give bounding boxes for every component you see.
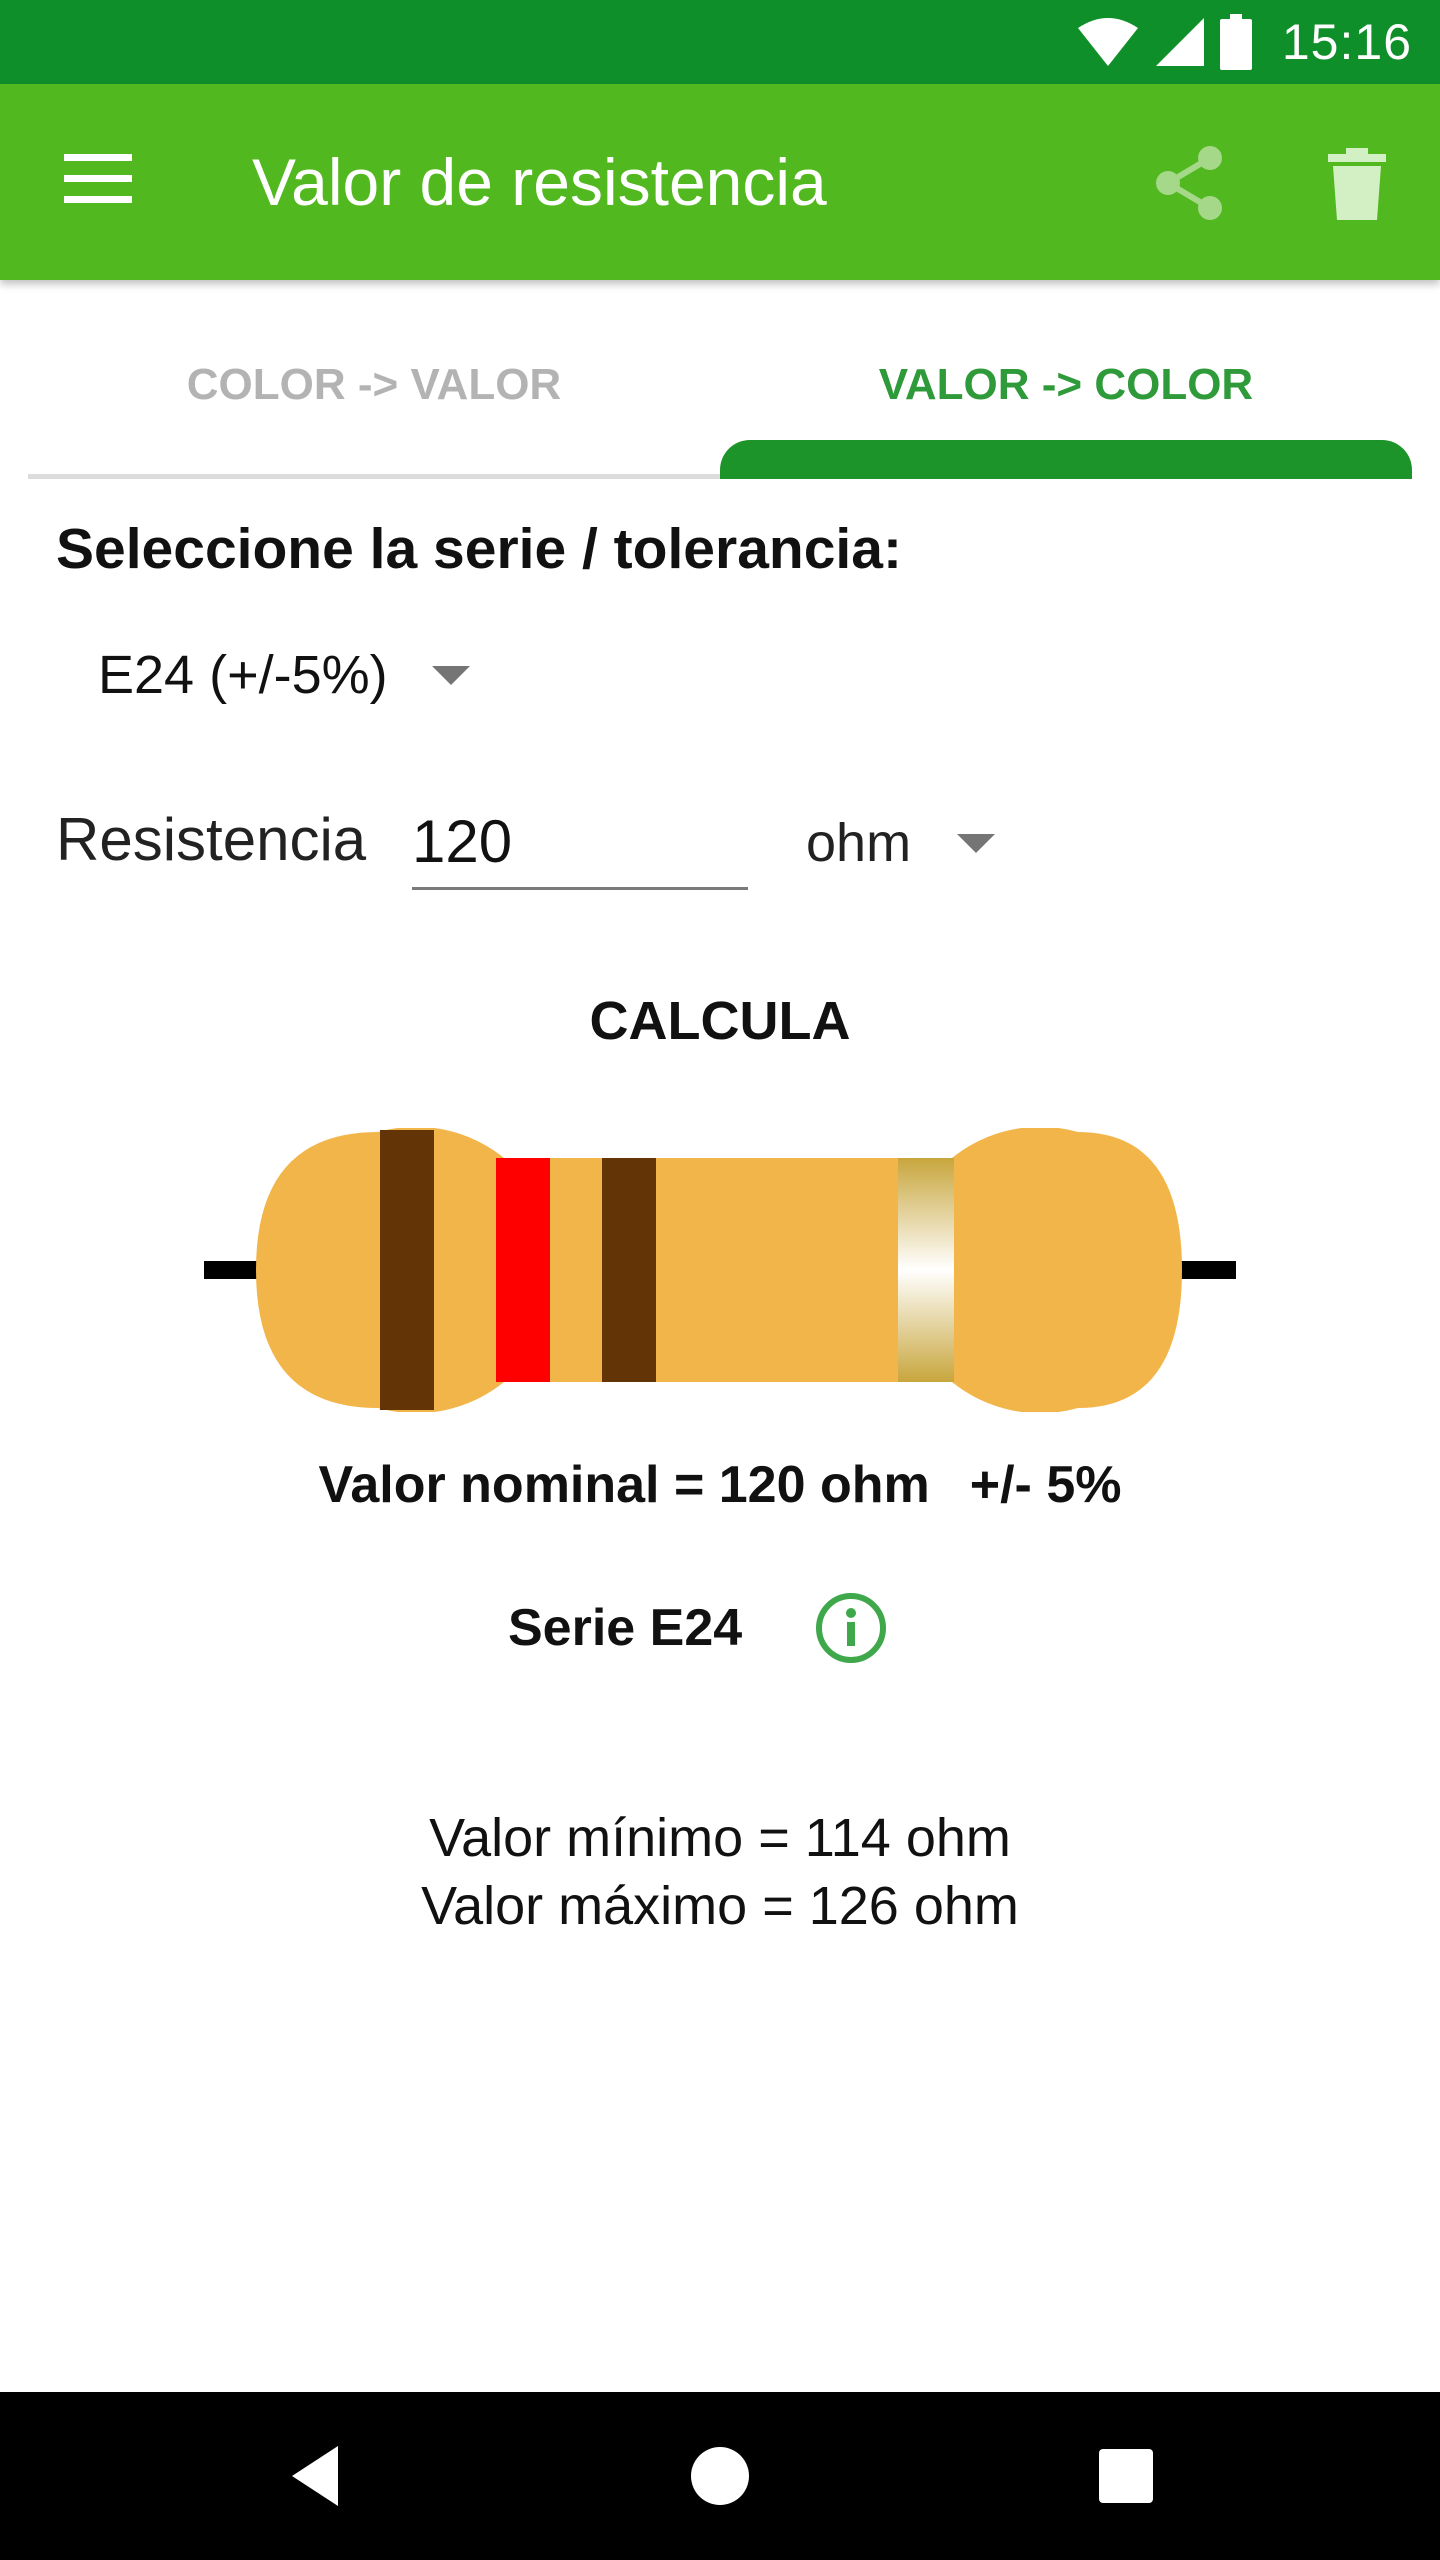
back-triangle-icon[interactable] bbox=[278, 2436, 358, 2516]
tab-indicator bbox=[720, 440, 1412, 479]
resistor-band-1 bbox=[380, 1130, 434, 1410]
resistor-lead-right bbox=[1176, 1261, 1236, 1279]
app-bar: Valor de resistencia bbox=[0, 84, 1440, 280]
tab-value-to-color[interactable]: VALOR -> COLOR bbox=[720, 360, 1412, 410]
resistor-illustration bbox=[204, 1128, 1236, 1412]
resistor-band-3 bbox=[602, 1158, 656, 1382]
dropdown-arrow-icon bbox=[957, 833, 996, 853]
resistor-band-2 bbox=[496, 1158, 550, 1382]
tab-color-to-value[interactable]: COLOR -> VALOR bbox=[28, 360, 720, 410]
unit-dropdown[interactable]: ohm bbox=[806, 808, 996, 878]
calculate-button[interactable]: CALCULA bbox=[520, 990, 920, 1052]
nominal-value: Valor nominal = 120 ohm +/- 5% bbox=[0, 1455, 1440, 1515]
series-dropdown[interactable]: E24 (+/-5%) bbox=[98, 640, 470, 710]
resistance-input[interactable] bbox=[412, 795, 748, 890]
series-dropdown-value: E24 (+/-5%) bbox=[98, 645, 388, 705]
trash-icon[interactable] bbox=[1328, 148, 1386, 220]
dropdown-arrow-icon bbox=[431, 665, 470, 685]
status-icons: 15:16 bbox=[1076, 12, 1412, 72]
min-value: Valor mínimo = 114 ohm bbox=[429, 1808, 1011, 1868]
tab-bar: COLOR -> VALOR VALOR -> COLOR bbox=[28, 300, 1412, 479]
app-title: Valor de resistencia bbox=[252, 145, 827, 219]
status-time: 15:16 bbox=[1281, 14, 1412, 70]
navigation-bar bbox=[0, 2392, 1440, 2560]
resistor-band-4 bbox=[898, 1158, 954, 1382]
battery-icon bbox=[1219, 14, 1252, 70]
wifi-icon bbox=[1077, 18, 1138, 66]
nominal-value-text: Valor nominal = 120 ohm bbox=[318, 1456, 930, 1514]
series-prompt: Seleccione la serie / tolerancia: bbox=[56, 517, 902, 581]
series-row: Serie E24 bbox=[508, 1590, 888, 1666]
menu-icon[interactable] bbox=[64, 154, 132, 206]
home-circle-icon[interactable] bbox=[680, 2436, 760, 2516]
recents-square-icon[interactable] bbox=[1086, 2436, 1166, 2516]
info-icon[interactable] bbox=[814, 1591, 888, 1665]
max-value: Valor máximo = 126 ohm bbox=[421, 1876, 1019, 1936]
resistor-lead-left bbox=[204, 1261, 264, 1279]
resistance-label: Resistencia bbox=[56, 806, 367, 873]
series-label: Serie E24 bbox=[508, 1599, 743, 1657]
tolerance-text: +/- 5% bbox=[969, 1456, 1122, 1514]
status-bar: 15:16 bbox=[0, 0, 1440, 84]
signal-icon bbox=[1155, 18, 1204, 66]
min-max-values: Valor mínimo = 114 ohm Valor máximo = 12… bbox=[0, 1804, 1440, 1940]
share-icon[interactable] bbox=[1150, 144, 1228, 222]
unit-dropdown-value: ohm bbox=[806, 813, 912, 873]
